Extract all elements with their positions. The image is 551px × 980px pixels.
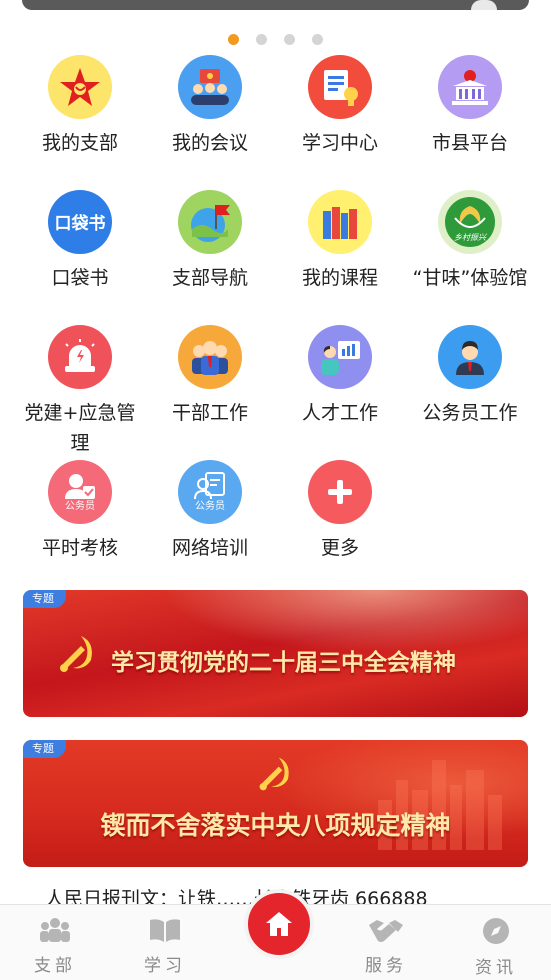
topic-banner-eight-point-rules[interactable]: 专题 锲而不舍落实中央八项规定精神 [23,740,528,867]
tab-study[interactable]: 学习 [125,917,205,976]
grid-item-talent-work[interactable]: 人才工作 [275,325,405,428]
topic-tag: 专题 [23,740,66,758]
grid-item-label: 学习中心 [301,132,378,154]
online-training-icon: 公务员 [178,460,242,524]
branch-people-icon [40,918,70,942]
grid-item-label: 网络培训 [171,537,248,559]
svg-text:口袋书: 口袋书 [55,213,106,234]
civil-servant-icon [438,325,502,389]
grid-item-label: 口袋书 [51,267,109,289]
civil-servant-badge: 公务员 [65,501,95,512]
carousel-dot[interactable] [312,34,324,45]
grid-item-label: “甘味”体验馆 [412,267,528,289]
home-button[interactable] [244,889,314,959]
grid-item-my-courses[interactable]: 我的课程 [275,190,405,293]
grid-item-label: 更多 [320,537,359,559]
svg-text:乡村振兴: 乡村振兴 [454,233,488,242]
tab-label: 服务 [365,956,407,976]
tab-branch[interactable]: 支部 [15,917,95,976]
tab-label: 支部 [34,956,76,976]
grid-item-regular-assessment[interactable]: 公务员 平时考核 [15,460,145,563]
carousel-indicator [0,30,551,45]
assessment-icon: 公务员 [48,460,112,524]
carousel-image[interactable] [22,0,529,10]
banner-title: 学习贯彻党的二十届三中全会精神 [111,649,456,676]
study-center-icon [308,55,372,119]
grid-item-label: 我的会议 [171,132,248,154]
grid-item-civil-servant-work[interactable]: 公务员工作 [405,325,535,428]
compass-icon [483,918,509,944]
party-emblem-icon [60,636,92,672]
party-star-icon [48,55,112,119]
grid-item-label: 公务员工作 [422,402,518,424]
talent-presentation-icon [308,325,372,389]
grid-item-party-emergency-management[interactable]: 党建+应急管理 [15,325,145,458]
tab-label: 资讯 [475,958,517,978]
grid-item-label: 支部导航 [171,267,248,289]
flag-navigation-icon [178,190,242,254]
handshake-icon [369,920,403,942]
civil-servant-badge: 公务员 [195,501,225,512]
grid-item-label: 我的支部 [41,132,118,154]
grid-item-my-meeting[interactable]: 我的会议 [145,55,275,158]
carousel-dot-active[interactable] [227,34,239,45]
books-icon [308,190,372,254]
plus-icon [308,460,372,524]
grid-item-ganwei-experience-hall[interactable]: 乡村振兴 “甘味”体验馆 [405,190,535,293]
grid-item-cadre-work[interactable]: 干部工作 [145,325,275,428]
grid-item-label: 平时考核 [41,537,118,559]
emergency-alarm-icon [48,325,112,389]
grid-item-online-training[interactable]: 公务员 网络培训 [145,460,275,563]
rural-revitalization-icon: 乡村振兴 [438,190,502,254]
carousel-dot[interactable] [284,34,296,45]
grid-item-label: 党建+应急管理 [24,402,136,454]
pocket-book-icon: 口袋书 [48,190,112,254]
tab-service[interactable]: 服务 [346,917,426,976]
home-icon [266,912,292,936]
government-building-icon [438,55,502,119]
topic-banner-third-plenary[interactable]: 专题 学习贯彻党的二十届三中全会精神 [23,590,528,717]
party-emblem-icon [259,757,289,791]
meeting-icon [178,55,242,119]
grid-item-more[interactable]: 更多 [275,460,405,563]
grid-item-city-county-platform[interactable]: 市县平台 [405,55,535,158]
grid-item-branch-navigation[interactable]: 支部导航 [145,190,275,293]
grid-item-label: 市县平台 [431,132,508,154]
cadre-group-icon [178,325,242,389]
carousel-dot[interactable] [255,34,267,45]
tab-label: 学习 [144,956,186,976]
tab-news[interactable]: 资讯 [456,917,536,978]
topic-tag: 专题 [23,590,66,608]
grid-item-study-center[interactable]: 学习中心 [275,55,405,158]
open-book-icon [150,919,180,942]
grid-item-my-branch[interactable]: 我的支部 [15,55,145,158]
banner-title: 锲而不舍落实中央八项规定精神 [100,811,451,840]
grid-item-label: 我的课程 [301,267,378,289]
grid-item-label: 干部工作 [171,402,248,424]
grid-item-label: 人才工作 [301,402,378,424]
grid-item-pocket-book[interactable]: 口袋书 口袋书 [15,190,145,293]
